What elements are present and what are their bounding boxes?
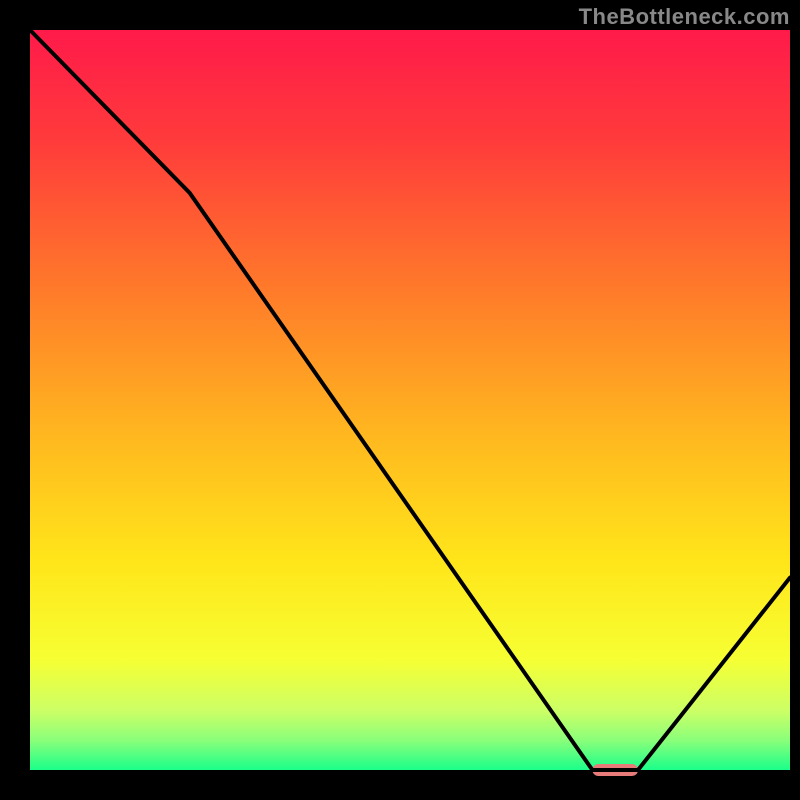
chart-container: TheBottleneck.com xyxy=(0,0,800,800)
watermark-text: TheBottleneck.com xyxy=(579,4,790,30)
chart-gradient-bg xyxy=(30,30,790,770)
bottleneck-chart xyxy=(0,0,800,800)
